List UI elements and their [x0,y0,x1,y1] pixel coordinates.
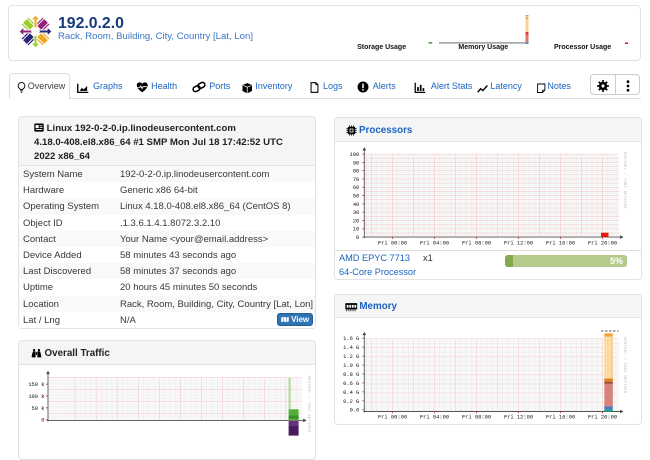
svg-text:0: 0 [356,235,359,241]
svg-text:20: 20 [353,218,359,224]
svg-text:60: 60 [353,185,359,191]
svg-text:1.4 G: 1.4 G [343,345,359,351]
svg-text:1.2 G: 1.2 G [343,354,359,360]
svg-text:Fri 00:00: Fri 00:00 [378,415,407,421]
svg-text:100: 100 [350,152,360,158]
svg-text:1.0 G: 1.0 G [343,363,359,369]
svg-text:Fri 08:00: Fri 08:00 [462,240,491,246]
svg-text:150 k: 150 k [28,382,44,388]
svg-text:RRDTOOL / TOBI OETIKER: RRDTOOL / TOBI OETIKER [306,376,311,433]
svg-text:Fri 00:00: Fri 00:00 [378,240,407,246]
svg-text:0.8 G: 0.8 G [343,372,359,378]
svg-text:RRDTOOL / TOBI OETIKER: RRDTOOL / TOBI OETIKER [622,152,627,209]
svg-text:0.6 G: 0.6 G [343,381,359,387]
svg-text:Fri 04:00: Fri 04:00 [420,240,449,246]
svg-text:Fri 16:00: Fri 16:00 [546,415,575,421]
svg-text:0.0: 0.0 [350,408,360,414]
svg-text:30: 30 [353,210,359,216]
svg-text:Fri 20:00: Fri 20:00 [588,240,617,246]
svg-text:10: 10 [353,227,359,233]
svg-text:70: 70 [353,177,359,183]
svg-text:Fri 16:00: Fri 16:00 [546,240,575,246]
svg-text:40: 40 [353,202,359,208]
svg-text:Fri 12:00: Fri 12:00 [504,415,533,421]
svg-text:50 k: 50 k [32,406,45,412]
svg-text:0: 0 [41,418,44,424]
svg-text:Fri 20:00: Fri 20:00 [588,415,617,421]
svg-text:Fri 08:00: Fri 08:00 [462,415,491,421]
svg-text:50: 50 [353,194,359,200]
svg-text:1.6 G: 1.6 G [343,336,359,342]
svg-text:90: 90 [353,160,359,166]
svg-text:0.4 G: 0.4 G [343,390,359,396]
svg-text:80: 80 [353,169,359,175]
svg-text:Fri 12:00: Fri 12:00 [504,240,533,246]
svg-text:Fri 04:00: Fri 04:00 [420,415,449,421]
svg-text:RRDTOOL / TOBI OETIKER: RRDTOOL / TOBI OETIKER [622,337,627,394]
svg-text:0.2 G: 0.2 G [343,399,359,405]
svg-text:100 k: 100 k [28,394,44,400]
